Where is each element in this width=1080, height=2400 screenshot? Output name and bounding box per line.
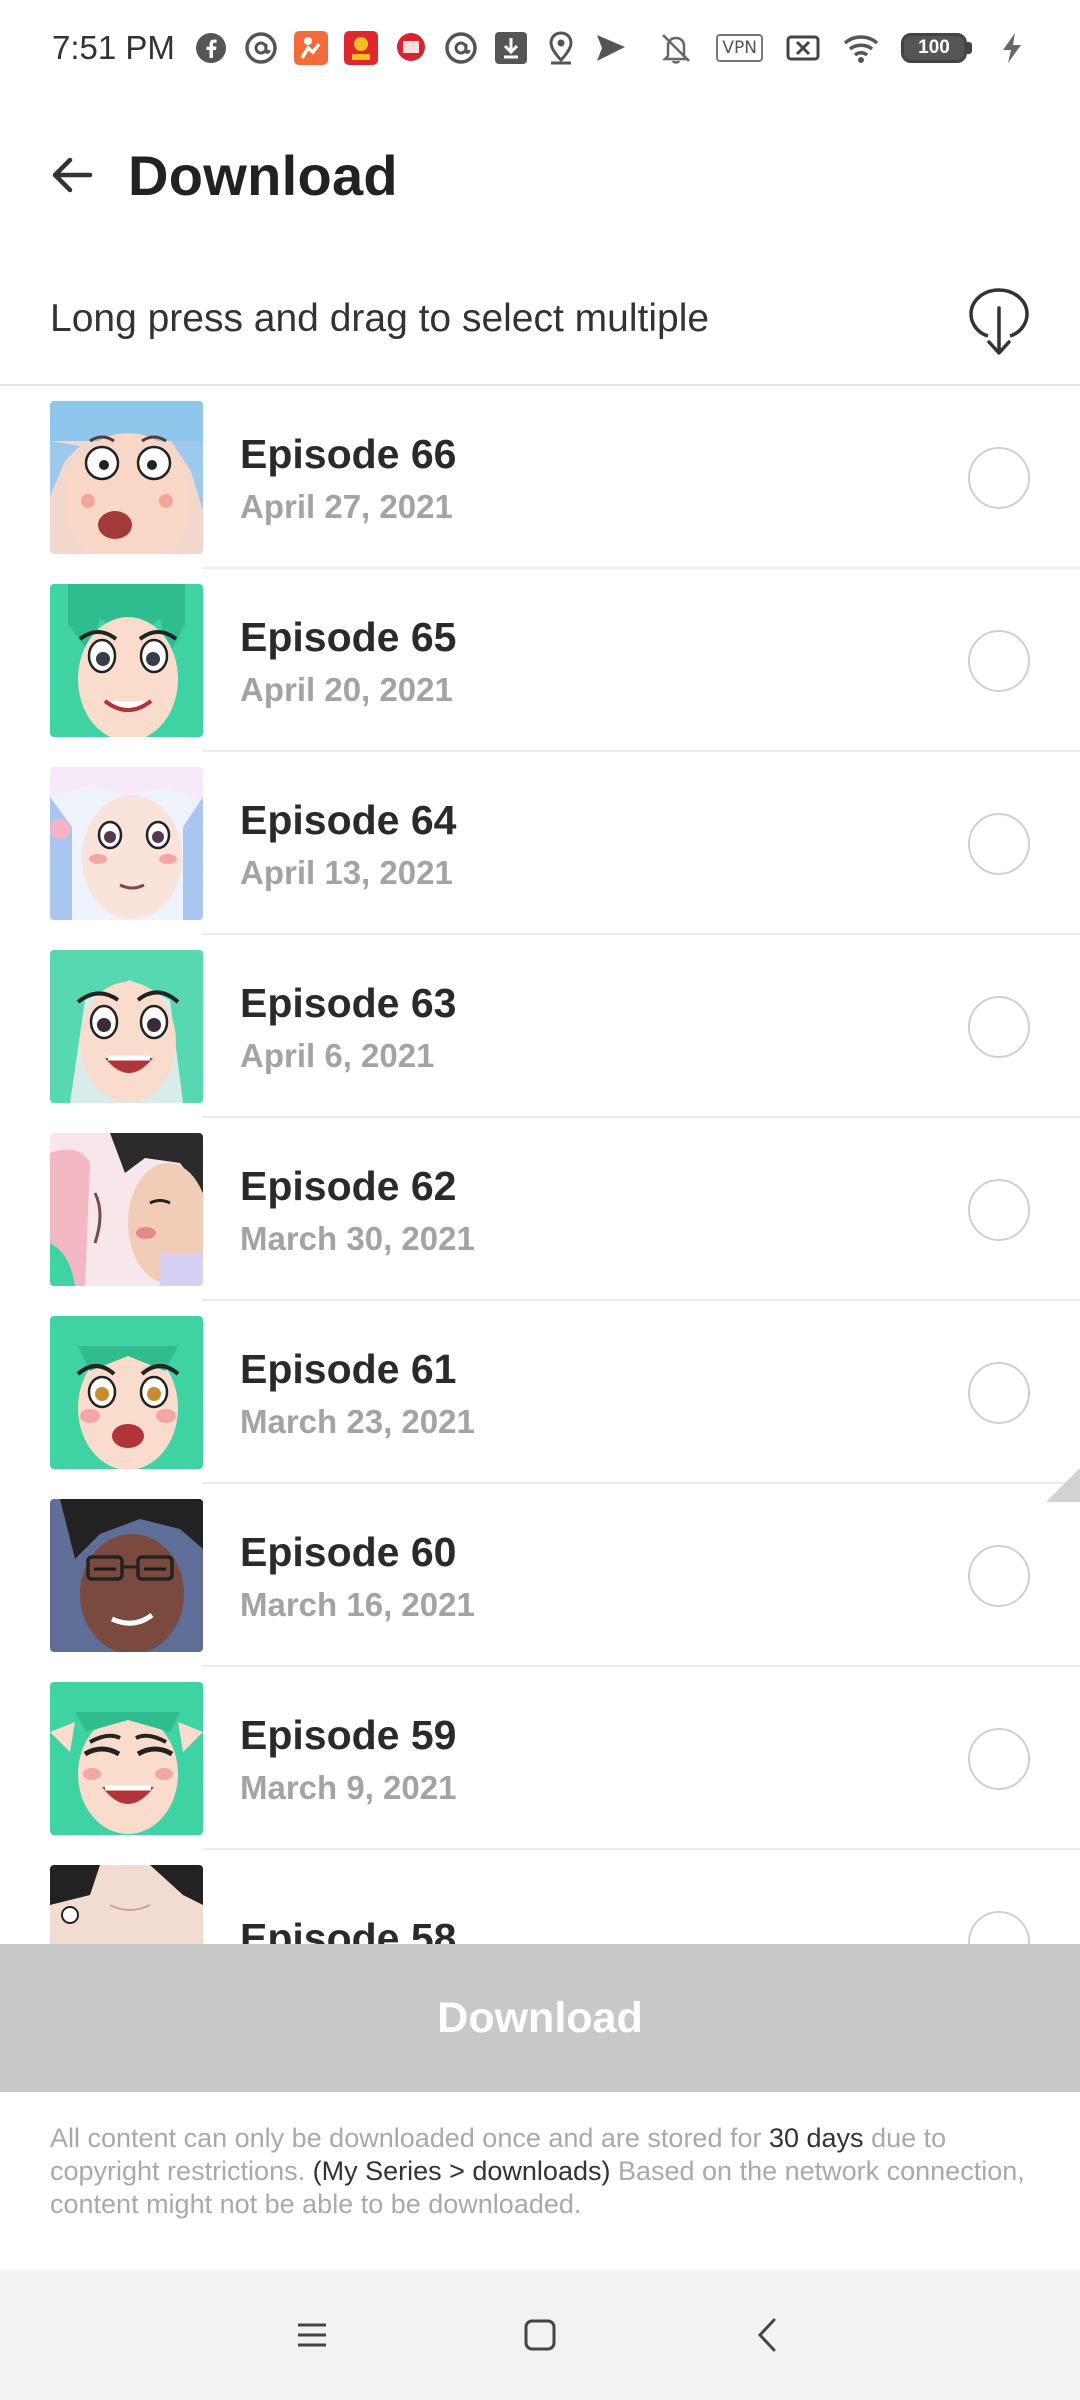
battery-level: 100 [901,33,967,63]
home-square-icon[interactable] [510,2305,570,2365]
episode-row[interactable]: Episode 59 March 9, 2021 [0,1667,1080,1850]
wifi-icon [843,30,879,66]
episode-thumbnail [50,1865,203,1944]
episode-title: Episode 58 [240,1914,457,1945]
sim-x-icon [785,30,821,66]
episode-thumbnail [50,401,203,554]
status-bar: 7:51 PM VPN 100 [0,0,1080,96]
download-notify-icon [493,30,529,66]
episode-thumbnail [50,584,203,737]
episode-texts: Episode 60 March 16, 2021 [240,1527,475,1625]
facebook-icon [193,30,229,66]
at-sign-icon [443,30,479,66]
episode-title: Episode 60 [240,1528,457,1575]
episode-title: Episode 66 [240,430,457,477]
episode-title: Episode 64 [240,796,457,843]
episode-select-radio[interactable] [968,1727,1030,1790]
episode-thumbnail [50,950,203,1103]
app-red-circle-icon [393,30,429,66]
episode-title: Episode 63 [240,979,457,1026]
bell-off-icon [658,30,694,66]
at-sign-icon [243,30,279,66]
episode-date: March 9, 2021 [240,1768,457,1806]
episode-thumbnail [50,1316,203,1469]
episode-texts: Episode 61 March 23, 2021 [240,1344,475,1442]
menu-icon[interactable] [282,2305,342,2365]
episode-texts: Episode 64 April 13, 2021 [240,795,456,893]
episode-select-radio[interactable] [968,995,1030,1058]
episode-date: April 13, 2021 [240,853,453,891]
episode-date: April 20, 2021 [240,670,453,708]
episode-select-radio[interactable] [968,1361,1030,1424]
location-pin-icon [543,30,579,66]
episode-date: March 30, 2021 [240,1219,475,1257]
arrow-left-icon[interactable] [48,151,96,199]
episode-row[interactable]: Episode 66 April 27, 2021 [0,386,1080,569]
episode-texts: Episode 62 March 30, 2021 [240,1161,475,1259]
episode-title: Episode 65 [240,613,457,660]
download-button[interactable]: Download [0,1944,1080,2092]
episode-title: Episode 61 [240,1345,457,1392]
episode-row[interactable]: Episode 63 April 6, 2021 [0,935,1080,1118]
episode-row[interactable]: Episode 65 April 20, 2021 [0,569,1080,752]
episode-title: Episode 62 [240,1162,457,1209]
episode-thumbnail [50,1682,203,1835]
episode-select-radio[interactable] [968,1544,1030,1607]
episode-texts: Episode 63 April 6, 2021 [240,978,456,1076]
episode-texts: Episode 58 [240,1913,456,1945]
back-chevron-icon[interactable] [738,2305,798,2365]
episode-row[interactable]: Episode 58 [0,1850,1080,1944]
app-red-icon [343,30,379,66]
selection-hint-row: Long press and drag to select multiple [0,254,1080,386]
vpn-icon: VPN [716,34,763,62]
episode-row[interactable]: Episode 61 March 23, 2021 [0,1301,1080,1484]
episode-select-radio[interactable] [968,629,1030,692]
charging-bolt-icon [994,30,1030,66]
page-title: Download [128,143,398,207]
battery-icon: 100 [901,33,972,63]
episode-date: April 6, 2021 [240,1036,435,1074]
status-system-icons: VPN 100 [658,30,1030,66]
episode-list[interactable]: Episode 66 April 27, 2021 Episode 65 Apr… [0,386,1080,1944]
notice-text: All content can only be downloaded once … [50,2123,769,2153]
episode-select-radio[interactable] [968,446,1030,509]
episode-texts: Episode 66 April 27, 2021 [240,429,456,527]
episode-date: March 16, 2021 [240,1585,475,1623]
episode-thumbnail [50,767,203,920]
episode-row[interactable]: Episode 60 March 16, 2021 [0,1484,1080,1667]
system-nav-bar [0,2270,1080,2400]
episode-texts: Episode 59 March 9, 2021 [240,1710,456,1808]
episode-title: Episode 59 [240,1711,457,1758]
episode-select-radio[interactable] [968,1178,1030,1241]
episode-row[interactable]: Episode 64 April 13, 2021 [0,752,1080,935]
download-notice: All content can only be downloaded once … [0,2092,1080,2270]
send-icon [593,30,629,66]
notice-highlight-days: 30 days [768,2123,864,2153]
download-circle-icon[interactable] [968,278,1030,360]
notice-highlight-path: (My Series > downloads) [312,2156,611,2186]
episode-row[interactable]: Episode 62 March 30, 2021 [0,1118,1080,1301]
page-fold-corner [1046,1468,1080,1502]
episode-thumbnail [50,1499,203,1652]
episode-date: March 23, 2021 [240,1402,475,1440]
episode-select-radio[interactable] [968,1910,1030,1944]
app-header: Download [0,96,1080,254]
selection-hint-text: Long press and drag to select multiple [50,297,710,340]
app-orange-icon [293,30,329,66]
episode-select-radio[interactable] [968,812,1030,875]
episode-thumbnail [50,1133,203,1286]
status-time: 7:51 PM [52,29,175,66]
episode-date: April 27, 2021 [240,487,453,525]
status-notification-icons [193,30,629,66]
episode-texts: Episode 65 April 20, 2021 [240,612,456,710]
